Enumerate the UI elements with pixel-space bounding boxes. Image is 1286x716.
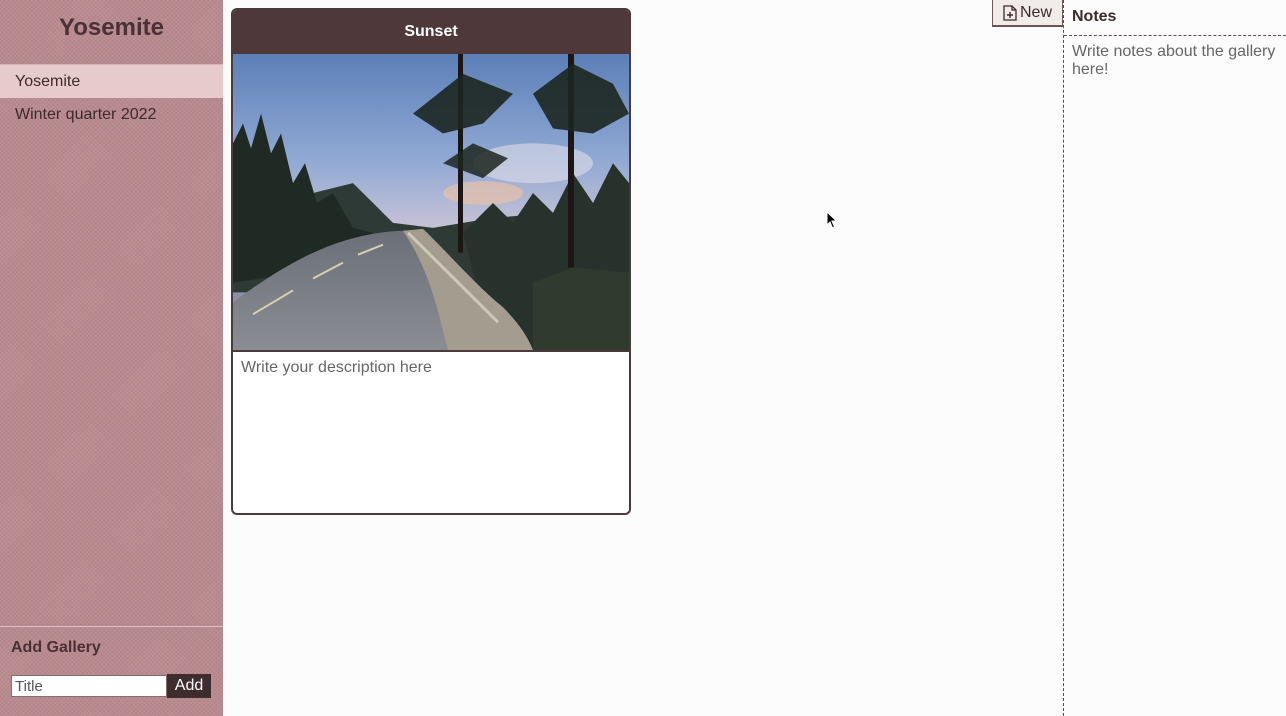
notes-heading: Notes [1064, 0, 1286, 36]
gallery-list: Yosemite Winter quarter 2022 [0, 64, 223, 132]
add-gallery-panel: Add Gallery Add [0, 626, 223, 716]
add-gallery-button[interactable]: Add [167, 674, 211, 698]
notes-textarea[interactable] [1064, 36, 1286, 715]
gallery-item-winter-quarter-2022[interactable]: Winter quarter 2022 [0, 98, 223, 132]
description-textarea[interactable] [233, 352, 629, 511]
gallery-title-input[interactable] [11, 675, 167, 697]
mouse-cursor-icon [826, 211, 838, 229]
sidebar: Yosemite Yosemite Winter quarter 2022 Ad… [0, 0, 223, 716]
photo-card: Sunset [231, 8, 631, 515]
gallery-item-label: Yosemite [15, 73, 81, 90]
notes-panel: Notes [1063, 0, 1286, 716]
card-title[interactable]: Sunset [233, 10, 629, 54]
sidebar-title: Yosemite [59, 14, 164, 41]
photo-image [233, 54, 629, 352]
gallery-item-label: Winter quarter 2022 [15, 106, 157, 123]
new-button-label: New [1019, 3, 1052, 21]
file-plus-icon [1003, 4, 1017, 21]
gallery-item-yosemite[interactable]: Yosemite [0, 64, 223, 98]
add-gallery-heading: Add Gallery [11, 639, 101, 656]
new-button[interactable]: New [992, 0, 1063, 27]
